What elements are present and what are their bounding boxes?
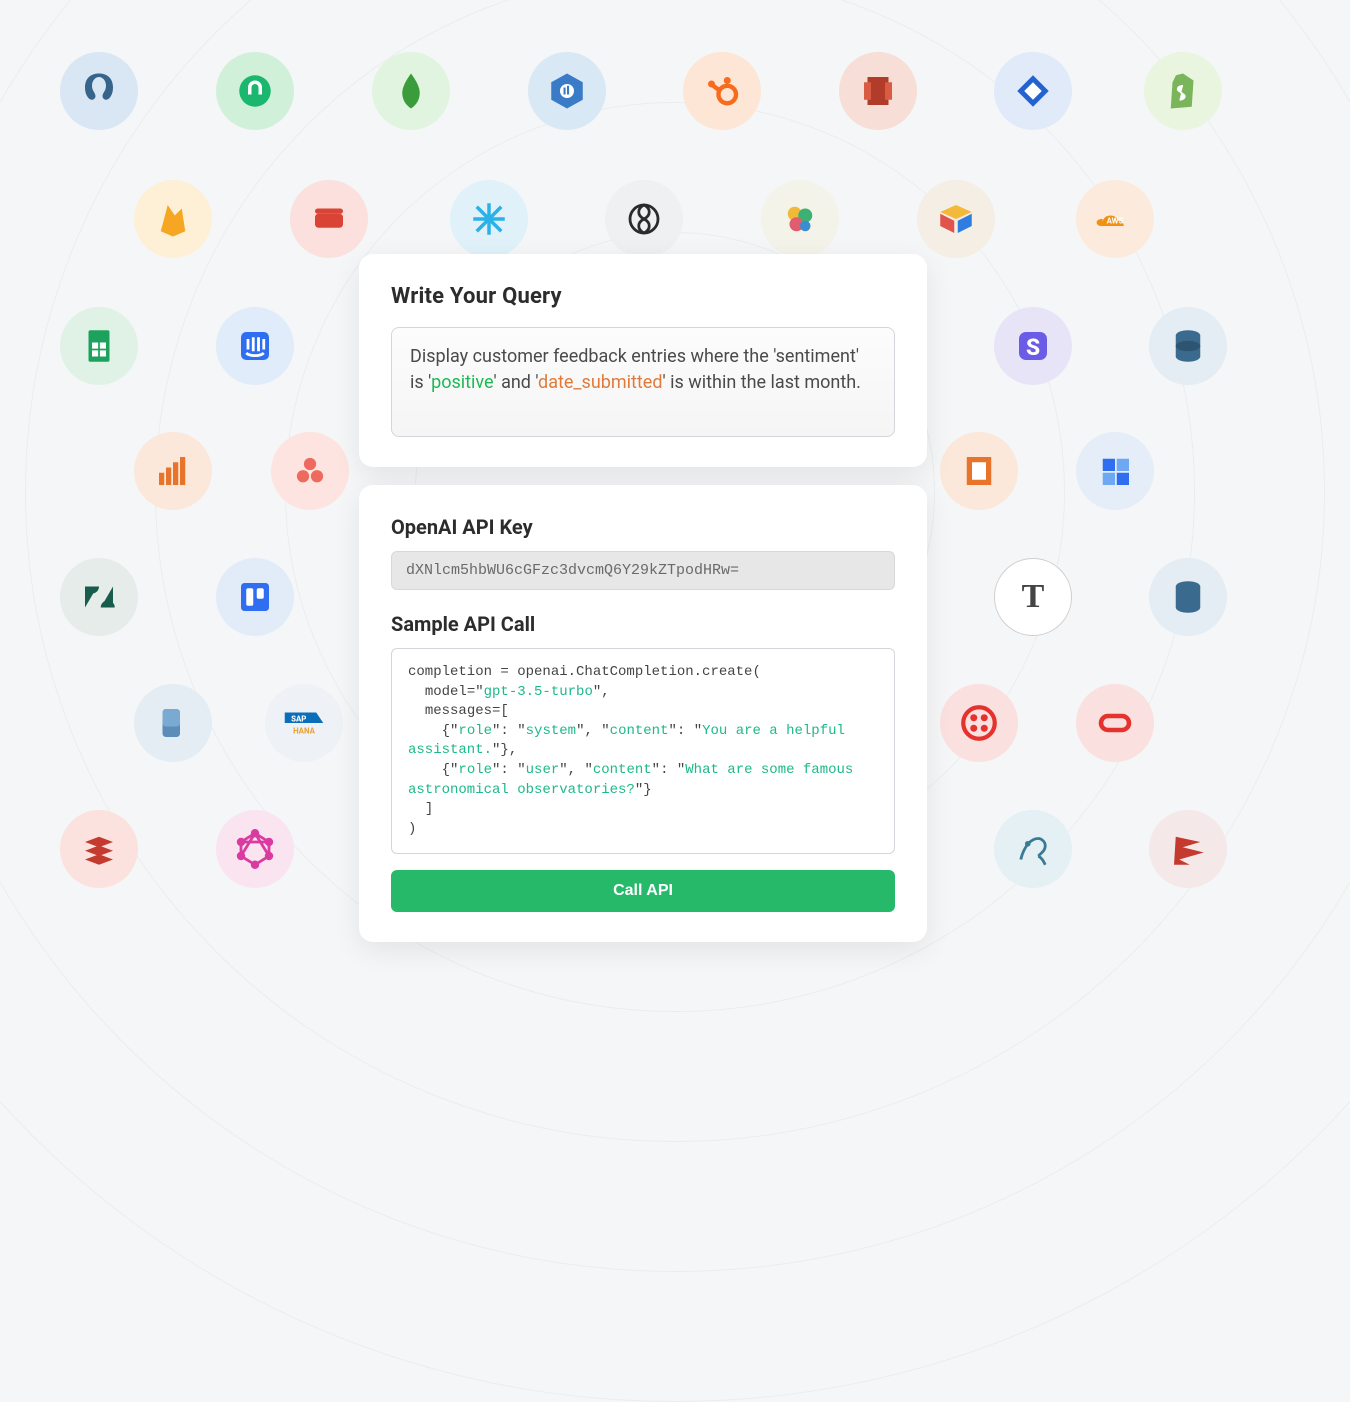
svg-text:SAP: SAP <box>291 714 306 723</box>
aws-redshift-icon <box>839 52 917 130</box>
openai-icon <box>605 180 683 258</box>
twilio-icon <box>940 684 1018 762</box>
firebase-icon <box>134 180 212 258</box>
io-app-icon <box>1076 432 1154 510</box>
dynamodb-icon <box>1149 307 1227 385</box>
mysql-icon <box>994 810 1072 888</box>
stripe-icon: S <box>994 307 1072 385</box>
airtable-icon <box>917 180 995 258</box>
code-sample[interactable]: completion = openai.ChatCompletion.creat… <box>391 648 895 854</box>
postgresql-icon <box>60 52 138 130</box>
sap-hana-icon: SAP HANA <box>265 684 343 762</box>
asana-icon <box>271 432 349 510</box>
svg-text:HANA: HANA <box>293 727 316 736</box>
paddle-icon <box>134 684 212 762</box>
mongodb-icon <box>372 52 450 130</box>
svg-text:S: S <box>1026 334 1040 361</box>
call-api-button[interactable]: Call API <box>391 870 895 912</box>
bigquery-icon <box>528 52 606 130</box>
sql-server-icon <box>1149 810 1227 888</box>
svg-text:AWS: AWS <box>1107 216 1124 225</box>
sample-api-label: Sample API Call <box>391 612 895 636</box>
trello-icon <box>216 558 294 636</box>
zendesk-icon <box>60 558 138 636</box>
shopify-icon <box>1144 52 1222 130</box>
write-query-card: Write Your Query Display customer feedba… <box>359 254 927 467</box>
api-key-input[interactable]: dXNlcm5hbWU6cGFzc3dvcmQ6Y29kZTpodHRw= <box>391 551 895 590</box>
google-sheets-icon <box>60 307 138 385</box>
aws-icon: AWS <box>1076 180 1154 258</box>
dynamodb-alt-icon <box>1149 558 1227 636</box>
api-key-label: OpenAI API Key <box>391 515 895 539</box>
zendesk-support-icon <box>216 52 294 130</box>
intercom-icon <box>216 307 294 385</box>
jira-icon <box>994 52 1072 130</box>
query-input[interactable]: Display customer feedback entries where … <box>391 327 895 437</box>
oracle-icon <box>1076 684 1154 762</box>
api-card: OpenAI API Key dXNlcm5hbWU6cGFzc3dvcmQ6Y… <box>359 485 927 942</box>
elastic-icon <box>761 180 839 258</box>
couchbase-icon <box>290 180 368 258</box>
graphql-icon <box>216 810 294 888</box>
query-highlight-positive: positive <box>431 372 493 393</box>
query-highlight-date: date_submitted <box>538 372 662 393</box>
redis-icon <box>60 810 138 888</box>
hubspot-icon <box>683 52 761 130</box>
t-app-icon: T <box>994 558 1072 636</box>
databricks-icon <box>134 432 212 510</box>
aws-service-icon <box>940 432 1018 510</box>
snowflake-icon <box>450 180 528 258</box>
write-query-title: Write Your Query <box>391 284 895 309</box>
